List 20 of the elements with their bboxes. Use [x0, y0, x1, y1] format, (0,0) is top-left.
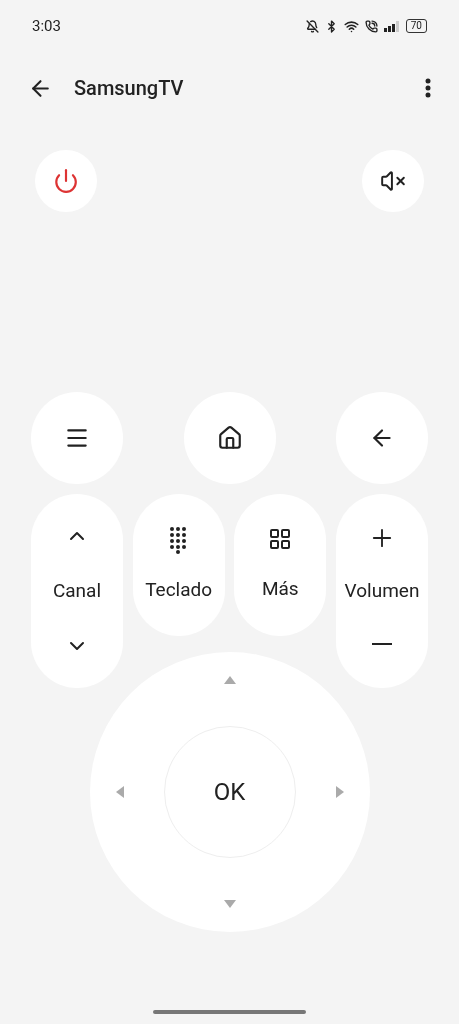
- minus-icon: [371, 643, 392, 645]
- ok-button[interactable]: OK: [163, 726, 296, 858]
- home-icon: [216, 425, 243, 451]
- channel-label: Canal: [52, 577, 102, 604]
- status-time: 3:03: [32, 15, 61, 37]
- more-options-icon: [425, 78, 431, 98]
- phone-call-icon: [364, 19, 378, 33]
- signal-icon: [383, 20, 400, 32]
- keypad-button[interactable]: Teclado: [132, 494, 225, 636]
- device-title: SamsungTV: [74, 75, 184, 102]
- grid-icon: [268, 527, 293, 551]
- bell-off-icon: [305, 19, 319, 33]
- mute-icon: [380, 168, 406, 194]
- keypad-icon: [168, 526, 189, 554]
- volume-label: Volumen: [344, 577, 420, 604]
- more-button[interactable]: Más: [234, 494, 327, 636]
- more-options-button[interactable]: [425, 78, 431, 98]
- power-icon: [53, 168, 79, 194]
- wifi-icon: [343, 18, 359, 34]
- battery-indicator: 70: [405, 19, 427, 33]
